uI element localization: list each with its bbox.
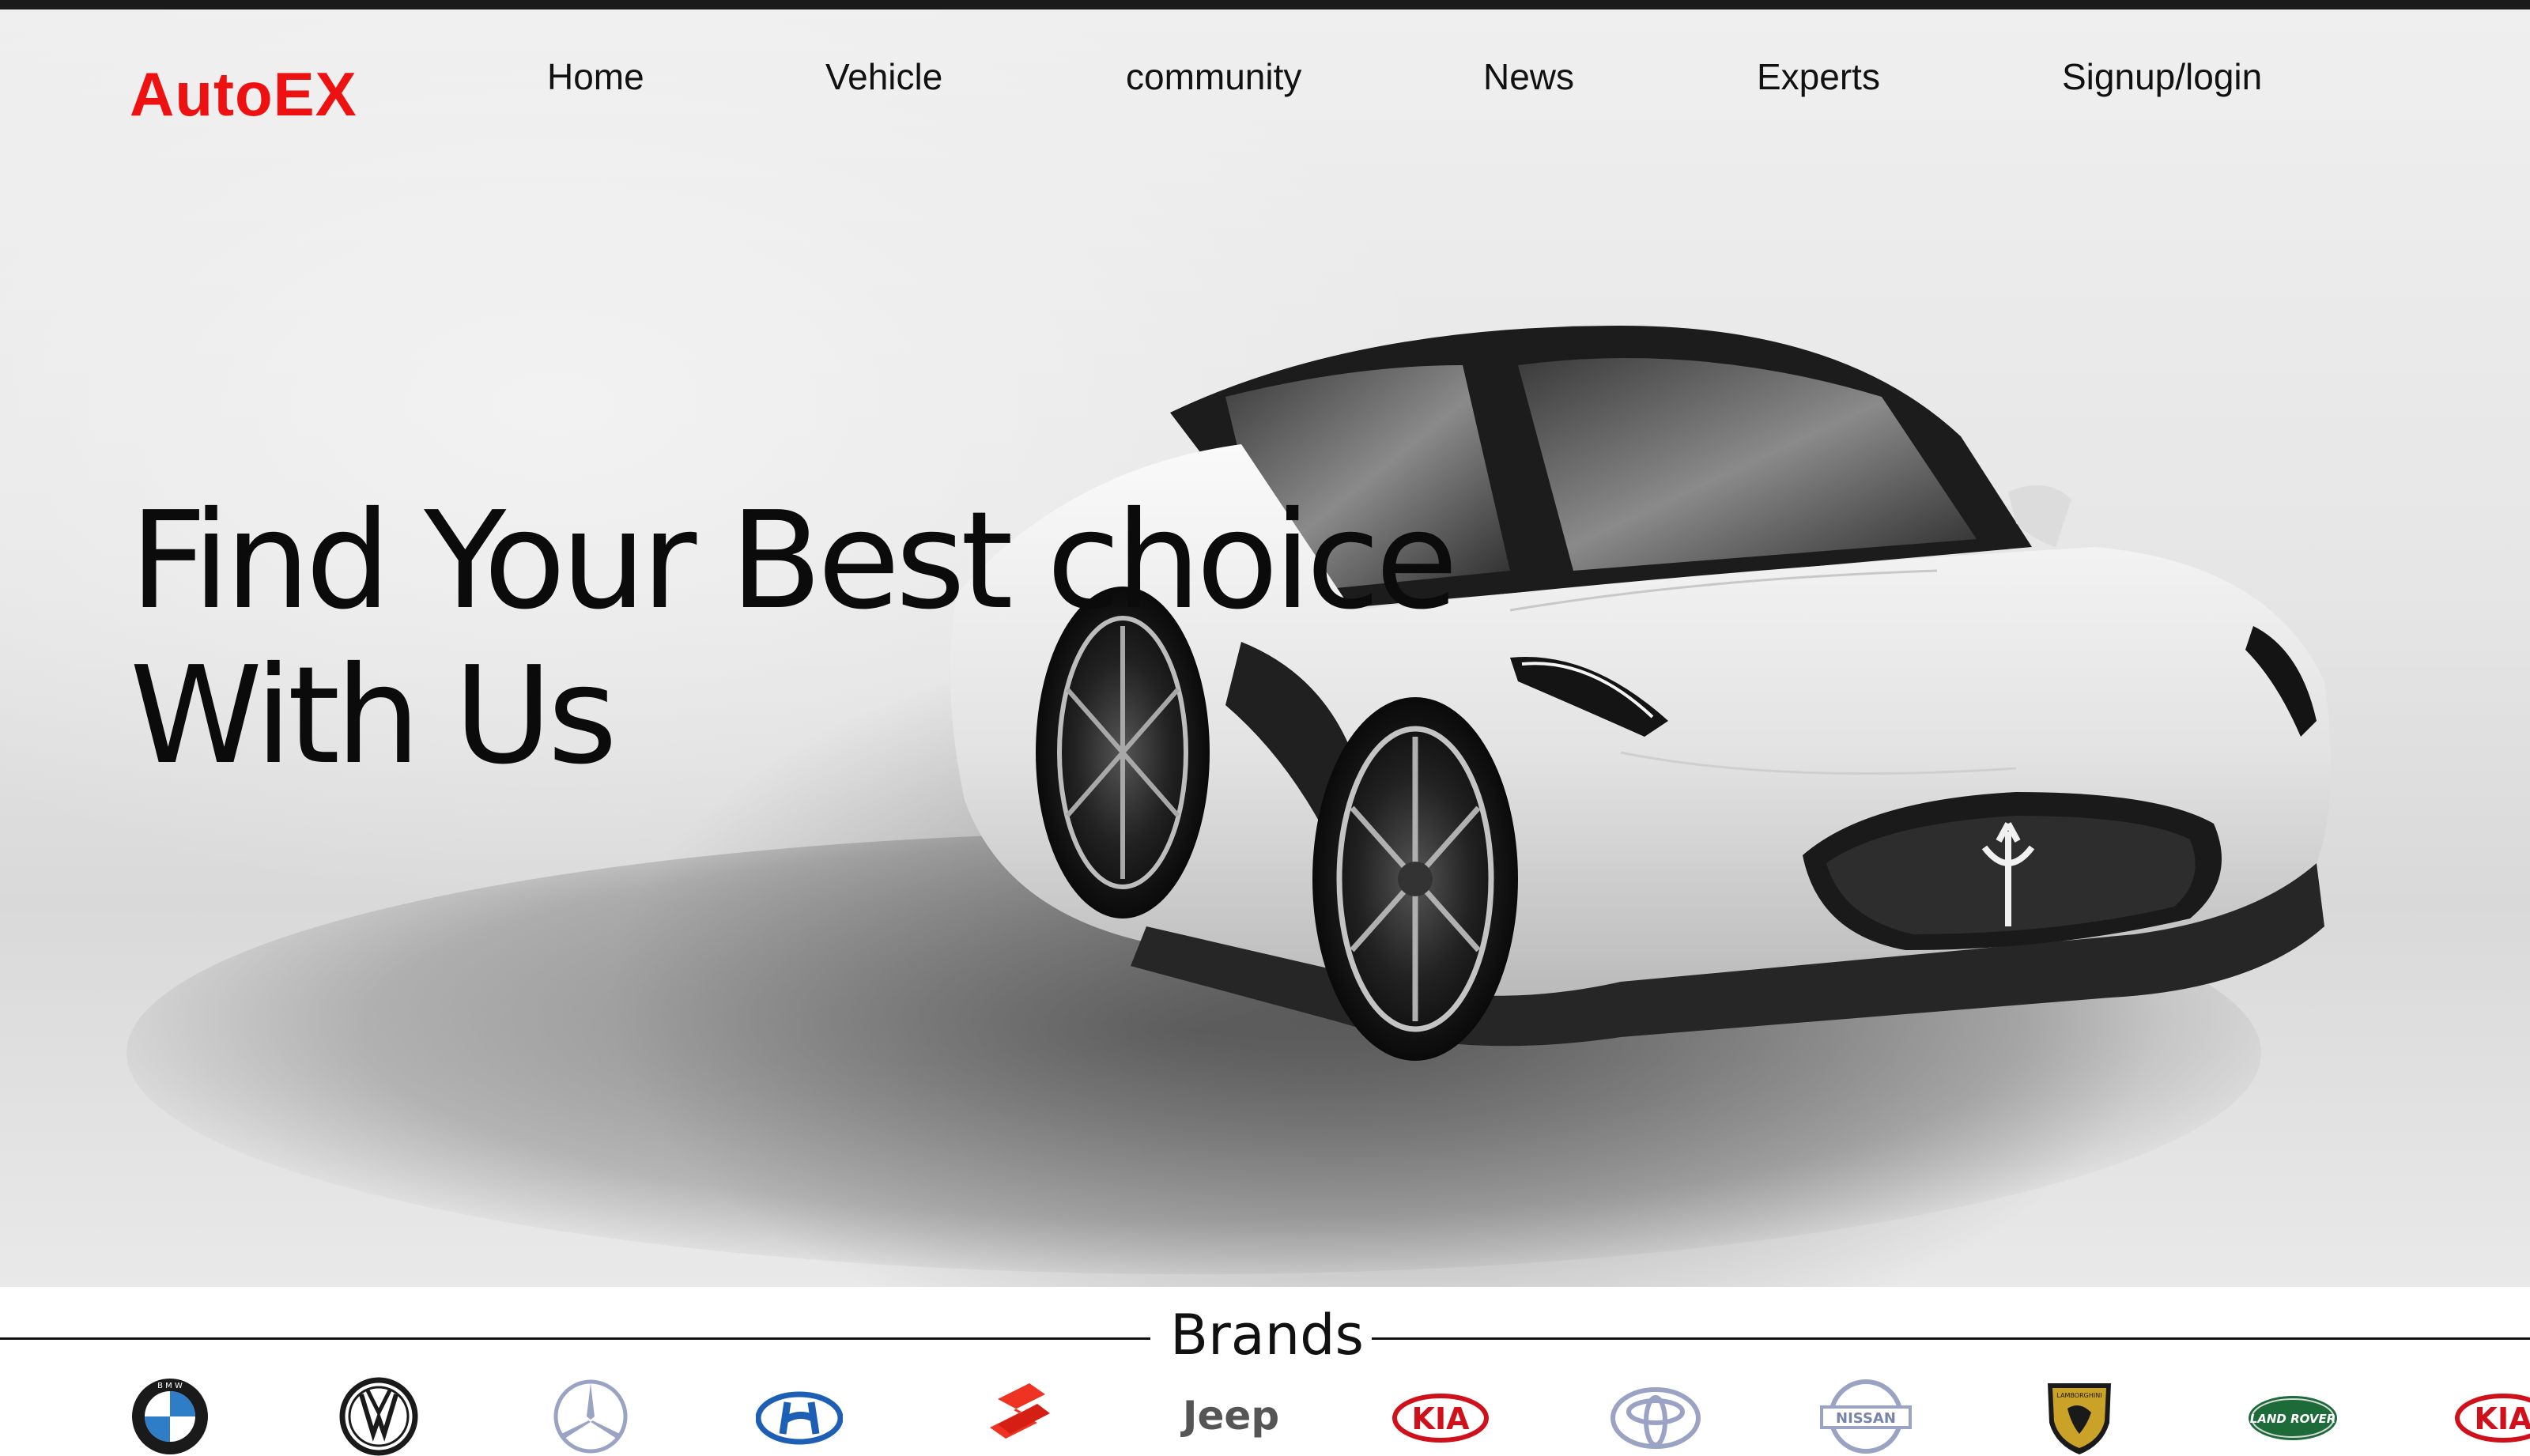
- hyundai-logo[interactable]: [756, 1377, 843, 1456]
- kia-logo-2-text: KIA: [2475, 1401, 2530, 1436]
- hero-headline-line-2: With Us: [130, 638, 617, 794]
- land-rover-logo[interactable]: LAND ROVER: [2245, 1377, 2340, 1456]
- lamborghini-logo-text: LAMBORGHINI: [2056, 1392, 2101, 1399]
- site-logo[interactable]: AutoEX: [130, 58, 357, 130]
- brands-divider-left: [0, 1337, 1150, 1340]
- jeep-logo-text: Jeep: [1180, 1393, 1279, 1439]
- top-border: [0, 0, 2530, 9]
- kia-logo-2[interactable]: KIA: [2454, 1377, 2530, 1456]
- kia-logo-text: KIA: [1412, 1401, 1471, 1436]
- lamborghini-logo[interactable]: LAMBORGHINI: [2040, 1377, 2119, 1456]
- bmw-logo[interactable]: B M W: [126, 1377, 213, 1456]
- nav-community[interactable]: community: [1126, 55, 1301, 98]
- page: AutoEX Home Vehicle community News Exper…: [0, 0, 2530, 1456]
- mercedes-benz-logo[interactable]: [547, 1377, 634, 1456]
- brands-divider-right: [1372, 1337, 2530, 1340]
- bmw-logo-text: B M W: [157, 1382, 183, 1390]
- toyota-logo[interactable]: [1610, 1377, 1701, 1456]
- kia-logo[interactable]: KIA: [1392, 1377, 1490, 1456]
- land-rover-logo-text: LAND ROVER: [2250, 1412, 2336, 1426]
- nav-experts[interactable]: Experts: [1757, 55, 1880, 98]
- suzuki-logo[interactable]: [974, 1377, 1061, 1456]
- nav-home[interactable]: Home: [547, 55, 644, 98]
- hero-headline-line-1: Find Your Best choice: [130, 483, 1458, 639]
- brands-heading: Brands: [1170, 1303, 1364, 1367]
- nav-news[interactable]: News: [1483, 55, 1574, 98]
- volkswagen-logo[interactable]: [335, 1377, 422, 1456]
- nissan-logo[interactable]: NISSAN: [1818, 1377, 1913, 1456]
- jeep-logo[interactable]: Jeep: [1180, 1377, 1282, 1456]
- nav-vehicle[interactable]: Vehicle: [825, 55, 942, 98]
- nissan-logo-text: NISSAN: [1836, 1410, 1896, 1427]
- hero-headline: Find Your Best choice With Us: [130, 484, 1474, 794]
- hero-section: AutoEX Home Vehicle community News Exper…: [0, 9, 2530, 1287]
- nav-signup-login[interactable]: Signup/login: [2062, 55, 2262, 98]
